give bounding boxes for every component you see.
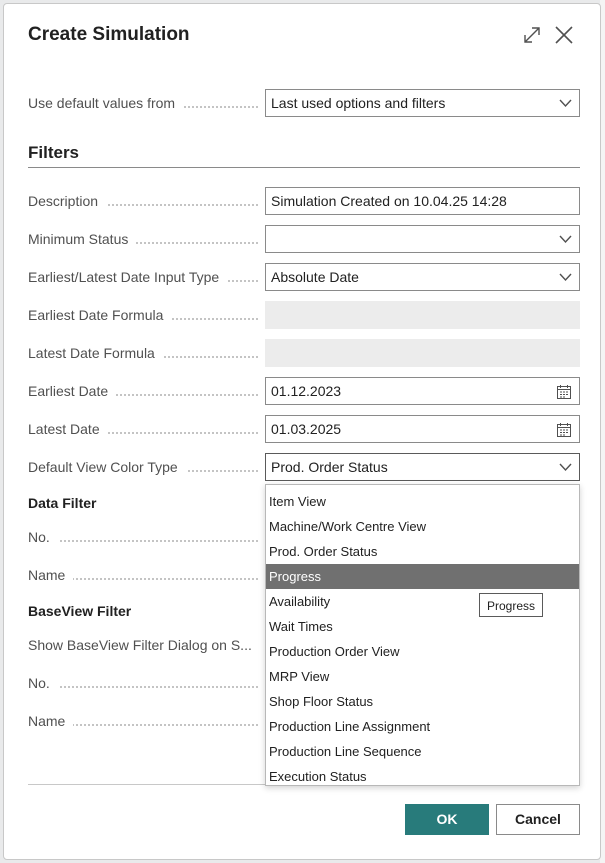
date-input-type-row: Earliest/Latest Date Input Type Absolute… (28, 263, 580, 291)
view-color-type-dropdown: Item View Machine/Work Centre View Prod.… (265, 484, 580, 786)
description-row: Description Simulation Created on 10.04.… (28, 187, 580, 215)
chevron-down-icon (559, 273, 572, 282)
earliest-date-label: Earliest Date (28, 378, 258, 404)
dropdown-option[interactable]: Production Line Sequence (266, 739, 579, 764)
filters-divider (28, 167, 580, 168)
view-color-type-value: Prod. Order Status (271, 459, 388, 475)
latest-formula-input (265, 339, 580, 367)
filters-heading: Filters (28, 143, 80, 162)
minimum-status-select[interactable] (265, 225, 580, 253)
defaults-value: Last used options and filters (271, 95, 446, 111)
chevron-down-icon (559, 463, 572, 472)
dialog-title: Create Simulation (28, 24, 190, 45)
data-filter-heading: Data Filter (28, 495, 97, 511)
latest-date-value: 01.03.2025 (271, 421, 342, 437)
view-color-type-label: Default View Color Type (28, 454, 258, 480)
cancel-button[interactable]: Cancel (496, 804, 580, 835)
description-label: Description (28, 188, 258, 214)
chevron-down-icon (559, 99, 572, 108)
defaults-row: Use default values from Last used option… (28, 89, 580, 117)
earliest-formula-input (265, 301, 580, 329)
latest-formula-label: Latest Date Formula (28, 340, 258, 366)
baseview-name-label: Name (28, 708, 258, 734)
dropdown-option[interactable]: Execution Status (266, 764, 579, 789)
calendar-icon[interactable] (556, 384, 572, 400)
latest-date-label: Latest Date (28, 416, 258, 442)
dropdown-option[interactable]: Item View (266, 489, 579, 514)
tooltip: Progress (479, 593, 544, 617)
expand-icon[interactable] (521, 24, 543, 46)
minimum-status-row: Minimum Status (28, 225, 580, 253)
baseview-show-dialog-label: Show BaseView Filter Dialog on S... (28, 632, 258, 658)
earliest-date-value: 01.12.2023 (271, 383, 342, 399)
data-filter-name-label: Name (28, 562, 258, 588)
baseview-filter-heading: BaseView Filter (28, 603, 132, 619)
baseview-no-label: No. (28, 670, 258, 696)
minimum-status-label: Minimum Status (28, 226, 258, 252)
description-input[interactable]: Simulation Created on 10.04.25 14:28 (265, 187, 580, 215)
dropdown-option[interactable]: Machine/Work Centre View (266, 514, 579, 539)
latest-formula-row: Latest Date Formula (28, 339, 580, 367)
date-input-type-value: Absolute Date (271, 269, 359, 285)
earliest-formula-label: Earliest Date Formula (28, 302, 258, 328)
latest-date-row: Latest Date 01.03.2025 (28, 415, 580, 443)
date-input-type-select[interactable]: Absolute Date (265, 263, 580, 291)
defaults-select[interactable]: Last used options and filters (265, 89, 580, 117)
dropdown-option[interactable]: Production Line Assignment (266, 714, 579, 739)
view-color-type-select[interactable]: Prod. Order Status (265, 453, 580, 481)
dropdown-option-highlighted[interactable]: Progress (266, 564, 579, 589)
earliest-date-row: Earliest Date 01.12.2023 (28, 377, 580, 405)
ok-button[interactable]: OK (405, 804, 489, 835)
earliest-formula-row: Earliest Date Formula (28, 301, 580, 329)
calendar-icon[interactable] (556, 422, 572, 438)
date-input-type-label: Earliest/Latest Date Input Type (28, 264, 258, 290)
dropdown-option[interactable]: Shop Floor Status (266, 689, 579, 714)
earliest-date-input[interactable]: 01.12.2023 (265, 377, 580, 405)
defaults-label: Use default values from (28, 90, 258, 116)
dropdown-option[interactable]: Production Order View (266, 639, 579, 664)
close-icon[interactable] (553, 24, 575, 46)
data-filter-no-label: No. (28, 524, 258, 550)
view-color-type-row: Default View Color Type Prod. Order Stat… (28, 453, 580, 481)
dropdown-option[interactable]: Prod. Order Status (266, 539, 579, 564)
chevron-down-icon (559, 235, 572, 244)
description-value: Simulation Created on 10.04.25 14:28 (271, 193, 507, 209)
latest-date-input[interactable]: 01.03.2025 (265, 415, 580, 443)
create-simulation-dialog: Create Simulation Use default values fro… (3, 3, 601, 860)
dropdown-option[interactable]: MRP View (266, 664, 579, 689)
